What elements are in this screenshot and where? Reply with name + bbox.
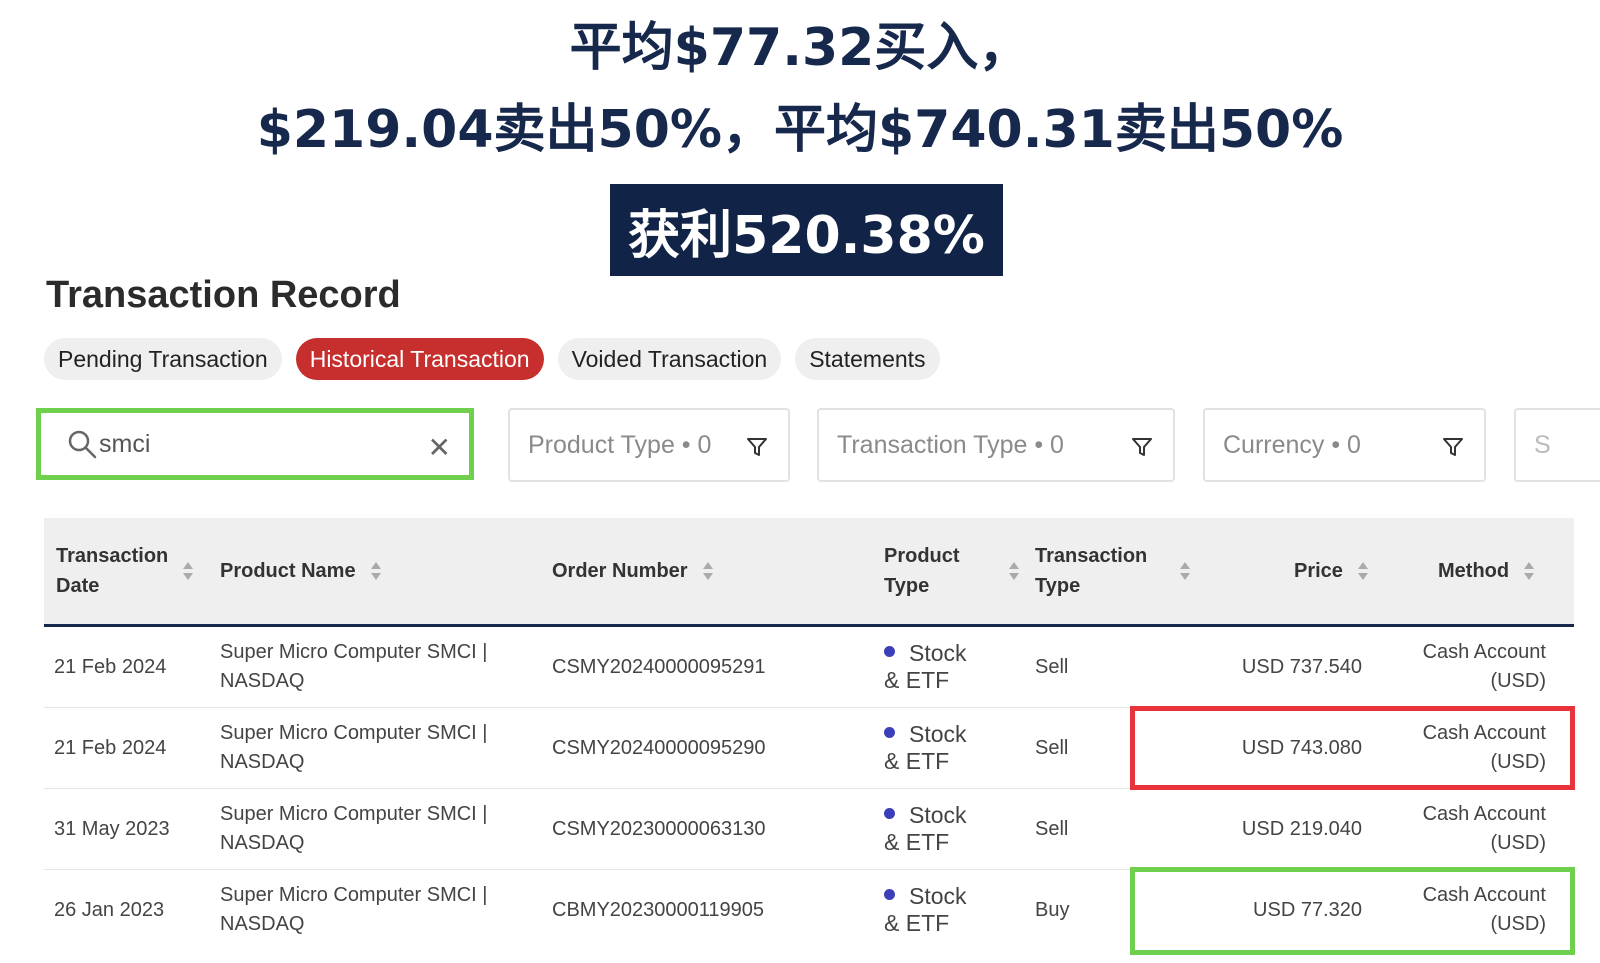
cell-product-type-2: & ETF xyxy=(884,910,950,936)
transaction-type-filter[interactable]: Transaction Type • 0 xyxy=(817,408,1175,482)
cell-transaction-type: Sell xyxy=(1035,655,1069,678)
sort-icon[interactable] xyxy=(1179,560,1191,582)
column-order-number[interactable]: Order Number xyxy=(552,518,714,624)
bullet-dot-icon xyxy=(884,808,895,820)
column-label: Price xyxy=(1294,560,1343,582)
search-box: ✕ xyxy=(47,417,463,471)
cell-order-number: CSMY20240000095291 xyxy=(552,655,766,678)
column-price[interactable]: Price xyxy=(1294,518,1369,624)
cell-date: 21 Feb 2024 xyxy=(54,736,167,759)
column-label: Method xyxy=(1438,560,1510,582)
sort-icon[interactable] xyxy=(182,560,194,582)
sort-icon[interactable] xyxy=(1008,560,1020,582)
sort-icon[interactable] xyxy=(1357,560,1369,582)
cell-order-number: CSMY20240000095290 xyxy=(552,736,766,759)
cell-order-number: CSMY20230000063130 xyxy=(552,817,766,840)
cell-product-name: Super Micro Computer SMCI | xyxy=(220,722,488,744)
currency-filter[interactable]: Currency • 0 xyxy=(1203,408,1486,482)
tab-voided-transaction[interactable]: Voided Transaction xyxy=(557,338,782,380)
filter-funnel-icon xyxy=(1443,438,1463,456)
product-type-filter-label: Product Type • 0 xyxy=(528,430,712,459)
cell-price: USD 219.040 xyxy=(1241,817,1362,840)
cell-transaction-type: Buy xyxy=(1035,898,1070,921)
cell-product-type: Stock xyxy=(909,640,967,666)
column-label: Transaction xyxy=(1035,545,1148,567)
sort-icon[interactable] xyxy=(702,560,714,582)
transaction-type-filter-label: Transaction Type • 0 xyxy=(837,430,1064,459)
profit-banner: 获利520.38% xyxy=(610,184,1003,276)
product-type-filter[interactable]: Product Type • 0 xyxy=(508,408,790,482)
cell-method: Cash Account xyxy=(1422,641,1546,663)
cell-product-type-2: & ETF xyxy=(884,829,950,855)
cell-product-type: Stock xyxy=(909,721,967,747)
sort-icon[interactable] xyxy=(370,560,382,582)
cell-product-type-2: & ETF xyxy=(884,748,950,774)
more-filter-cutoff[interactable]: S xyxy=(1514,408,1600,482)
cell-transaction-type: Sell xyxy=(1035,817,1069,840)
green-highlight-box xyxy=(1130,867,1575,955)
table-header: Transaction Date Product Name Order Numbe… xyxy=(44,518,1574,627)
column-product-name[interactable]: Product Name xyxy=(220,518,382,624)
headline-line-2: $219.04卖出50%，平均$740.31卖出50% xyxy=(256,100,1344,160)
tab-bar: Pending Transaction Historical Transacti… xyxy=(44,338,940,380)
cell-order-number: CBMY20230000119905 xyxy=(552,898,765,921)
bullet-dot-icon xyxy=(884,889,895,901)
column-label: Type xyxy=(884,575,930,597)
column-label: Type xyxy=(1035,575,1081,597)
table-row[interactable]: 21 Feb 2024 Super Micro Computer SMCI | N… xyxy=(44,627,1574,708)
column-transaction-date[interactable]: Transaction Date xyxy=(56,518,194,624)
tab-pending-transaction[interactable]: Pending Transaction xyxy=(44,338,282,380)
filter-funnel-icon xyxy=(747,438,767,456)
cell-product-exchange: NASDAQ xyxy=(220,913,305,935)
table-row[interactable]: 31 May 2023 Super Micro Computer SMCI | N… xyxy=(44,789,1574,870)
column-label: Order Number xyxy=(552,560,688,582)
column-label: Product xyxy=(884,545,960,567)
tab-historical-transaction[interactable]: Historical Transaction xyxy=(295,338,544,380)
column-transaction-type[interactable]: Transaction Type xyxy=(1035,518,1191,624)
filter-funnel-icon xyxy=(1132,438,1152,456)
cell-product-type: Stock xyxy=(909,802,967,828)
tab-statements[interactable]: Statements xyxy=(795,338,940,380)
bullet-dot-icon xyxy=(884,727,895,739)
cell-date: 21 Feb 2024 xyxy=(54,655,167,678)
close-icon[interactable]: ✕ xyxy=(428,431,451,464)
cell-method: Cash Account xyxy=(1422,803,1546,825)
column-label: Date xyxy=(56,575,100,597)
cell-product-name: Super Micro Computer SMCI | xyxy=(220,884,488,906)
headline-line-1: 平均$77.32买入， xyxy=(569,18,1031,78)
currency-filter-label: Currency • 0 xyxy=(1223,430,1361,459)
cell-product-name: Super Micro Computer SMCI | xyxy=(220,803,488,825)
cell-transaction-type: Sell xyxy=(1035,736,1069,759)
cell-product-exchange: NASDAQ xyxy=(220,670,305,692)
search-icon xyxy=(68,430,97,459)
cell-date: 26 Jan 2023 xyxy=(54,898,165,921)
cell-product-type: Stock xyxy=(909,883,967,909)
red-highlight-box xyxy=(1130,706,1575,790)
column-method[interactable]: Method xyxy=(1438,518,1535,624)
cell-method-currency: (USD) xyxy=(1490,670,1546,692)
cell-price: USD 737.540 xyxy=(1241,655,1362,678)
more-filter-label: S xyxy=(1534,430,1551,459)
column-label: Transaction xyxy=(56,545,169,567)
cell-method-currency: (USD) xyxy=(1490,832,1546,854)
column-label: Product Name xyxy=(220,560,356,582)
cell-date: 31 May 2023 xyxy=(54,817,170,840)
page-title: Transaction Record xyxy=(46,274,401,316)
column-product-type[interactable]: Product Type xyxy=(884,518,1020,624)
search-input[interactable] xyxy=(97,429,421,459)
search-highlight-frame: ✕ xyxy=(36,408,474,480)
cell-product-exchange: NASDAQ xyxy=(220,751,305,773)
sort-icon[interactable] xyxy=(1523,560,1535,582)
cell-product-type-2: & ETF xyxy=(884,667,950,693)
cell-product-name: Super Micro Computer SMCI | xyxy=(220,641,488,663)
bullet-dot-icon xyxy=(884,646,895,658)
cell-product-exchange: NASDAQ xyxy=(220,832,305,854)
